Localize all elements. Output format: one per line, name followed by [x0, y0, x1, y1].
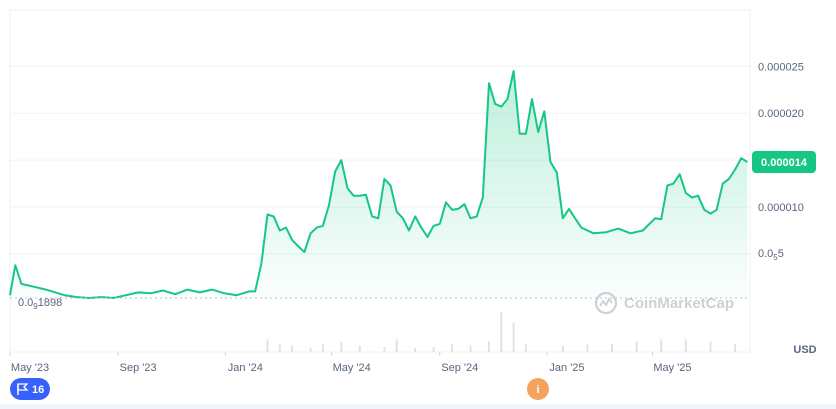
volume-bar — [512, 322, 515, 352]
watermark-text: CoinMarketCap — [624, 295, 734, 312]
x-tick-label: May '24 — [333, 362, 371, 374]
volume-bar — [432, 346, 435, 352]
volume-bar — [660, 339, 663, 352]
y-tick-label: 0.055 — [758, 248, 784, 262]
volume-bar — [358, 345, 361, 352]
currency-unit: USD — [793, 344, 816, 356]
volume-bar — [561, 345, 564, 352]
volume-bar — [586, 344, 589, 352]
volume-bar — [635, 341, 638, 352]
event-flag-marker[interactable]: 16 — [10, 378, 50, 400]
volume-bar — [414, 347, 417, 352]
x-tick-label: Jan '24 — [228, 362, 263, 374]
x-tick-label: May '23 — [11, 362, 49, 374]
price-area — [10, 71, 748, 298]
volume-bar — [309, 347, 312, 352]
volume-bar — [524, 343, 527, 352]
x-tick-label: Sep '23 — [120, 362, 157, 374]
volume-bar — [469, 345, 472, 352]
x-tick-label: May '25 — [653, 362, 691, 374]
x-tick-label: Sep '24 — [441, 362, 478, 374]
volume-bar — [734, 343, 737, 352]
y-tick-label: 0.000020 — [758, 108, 804, 120]
volume-bar — [340, 341, 343, 352]
y-tick-label: 0.000010 — [758, 202, 804, 214]
y-tick-label: 0.000025 — [758, 61, 804, 73]
volume-bar — [266, 339, 269, 352]
current-price-badge: 0.000014 — [752, 151, 816, 173]
volume-bar — [451, 343, 454, 352]
y-axis: 0.000025 0.000020 0.000010 — [758, 61, 804, 214]
info-icon: i — [536, 384, 539, 396]
volume-bar — [321, 343, 324, 352]
price-chart: 0.091898 0.0000250.0000200.000010 0.055 … — [0, 9, 836, 409]
volume-bars — [266, 312, 737, 352]
event-info-marker[interactable]: i — [527, 378, 549, 400]
event-count: 16 — [32, 384, 44, 396]
current-price-label: 0.000014 — [761, 157, 808, 169]
volume-bar — [611, 343, 614, 352]
volume-bar — [709, 341, 712, 352]
bottom-strip — [0, 404, 836, 409]
x-axis: May '23 Sep '23 Jan '24 May '24 Sep '24 Jan '… — [9, 352, 692, 374]
volume-bar — [395, 339, 398, 352]
volume-bar — [487, 341, 490, 352]
volume-bar — [383, 346, 386, 352]
volume-bar — [278, 343, 281, 352]
x-tick-label: Jan '25 — [549, 362, 584, 374]
start-price-label: 0.091898 — [18, 297, 62, 311]
volume-bar — [500, 312, 503, 352]
volume-bar — [291, 345, 294, 352]
volume-bar — [684, 339, 687, 352]
